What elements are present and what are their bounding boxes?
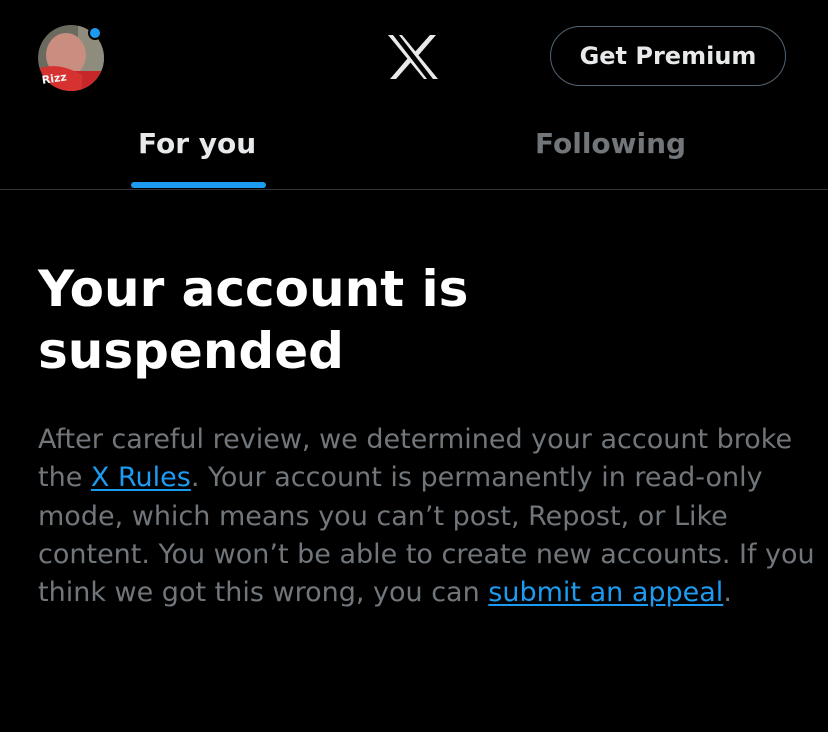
tab-following[interactable]: Following xyxy=(414,112,828,189)
title-line-1: Your account is xyxy=(38,260,469,318)
x-logo-icon[interactable] xyxy=(386,33,440,81)
tab-following-label: Following xyxy=(535,127,687,160)
notification-dot xyxy=(88,26,102,40)
title-line-2: suspended xyxy=(38,322,344,380)
active-tab-indicator xyxy=(131,182,266,188)
x-rules-link[interactable]: X Rules xyxy=(91,462,191,493)
submit-appeal-link[interactable]: submit an appeal xyxy=(488,577,723,608)
profile-avatar[interactable]: Rizz xyxy=(38,25,104,91)
top-bar: Rizz Get Premium xyxy=(0,0,828,112)
message-text-3: . xyxy=(723,577,732,609)
timeline-tabs: For you Following xyxy=(0,112,828,190)
suspension-message: After careful review, we determined your… xyxy=(38,421,818,612)
tab-for-you-label: For you xyxy=(138,127,257,160)
tab-for-you[interactable]: For you xyxy=(0,112,414,189)
suspension-title: Your account is suspended xyxy=(38,258,798,382)
get-premium-button[interactable]: Get Premium xyxy=(550,26,786,86)
